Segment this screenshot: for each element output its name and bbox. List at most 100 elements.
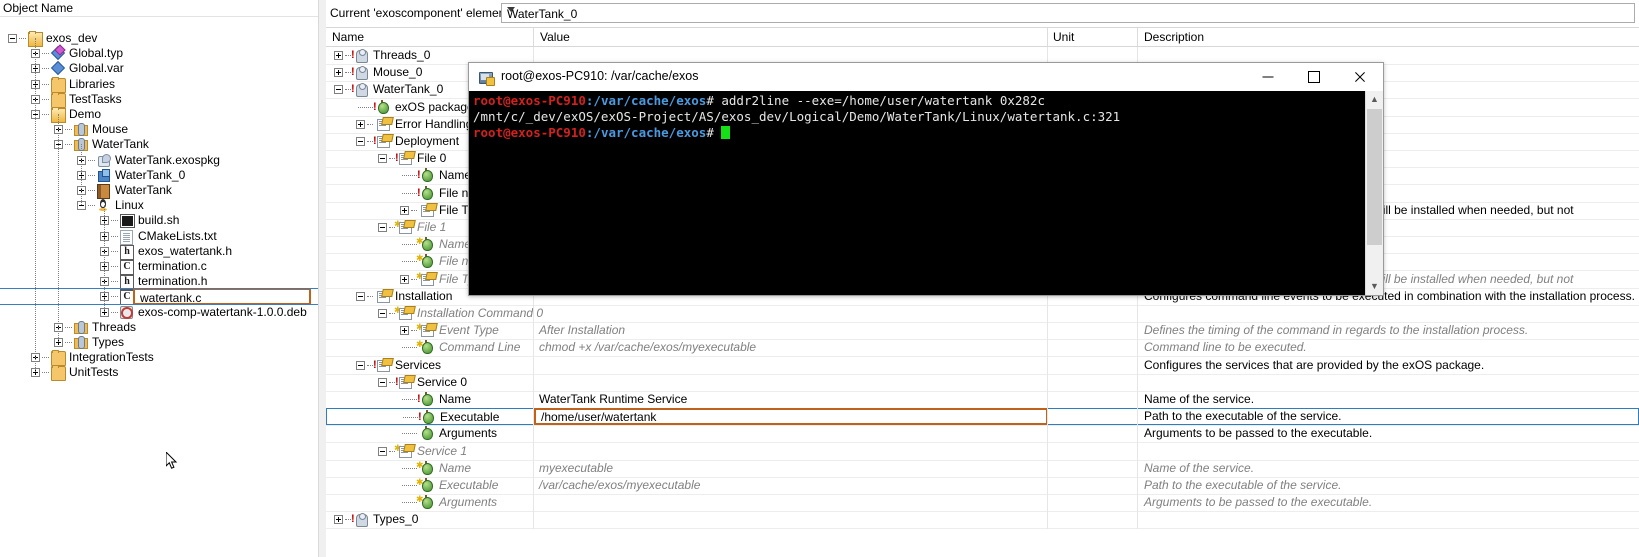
tree-item-types[interactable]: Types	[0, 335, 318, 350]
expand-icon[interactable]	[400, 205, 409, 215]
book-icon	[97, 184, 110, 199]
tree-item-termination-c[interactable]: Ctermination.c	[0, 259, 318, 275]
minimize-button[interactable]	[1245, 63, 1291, 91]
column-divider[interactable]	[1137, 28, 1138, 46]
tree-item-integrationtests[interactable]: IntegrationTests	[0, 350, 318, 367]
table-row[interactable]: ! Name WaterTank Runtime Service Name of th…	[326, 391, 1639, 409]
table-row[interactable]: ✱ Service 1	[326, 443, 1639, 461]
tree-item-build-sh[interactable]: build.sh	[0, 213, 318, 229]
tree-item-global-var[interactable]: Global.var	[0, 61, 318, 76]
collapse-icon[interactable]	[356, 137, 365, 146]
column-header-unit[interactable]: Unit	[1053, 30, 1074, 44]
modified-marker-icon: !	[351, 66, 355, 79]
table-row[interactable]: ✱ Installation Command 0	[326, 305, 1639, 323]
tree-item-watertank[interactable]: WaterTank	[0, 137, 318, 152]
terminal-scrollbar[interactable]: ▲ ▼	[1365, 91, 1383, 295]
tree-item-cmakelists-txt[interactable]: CMakeLists.txt	[0, 229, 318, 245]
tree-item-watertank-exospkg[interactable]: WaterTank.exospkg	[0, 153, 318, 168]
table-row[interactable]: Arguments Arguments to be passed to the e…	[326, 425, 1639, 444]
row-description: Configures the services that are provide…	[1144, 357, 1485, 372]
row-value[interactable]: WaterTank Runtime Service	[539, 391, 687, 408]
terminal-titlebar[interactable]: root@exos-PC910: /var/cache/exos	[469, 63, 1383, 91]
collapse-icon[interactable]	[378, 154, 387, 164]
tree-item-linux[interactable]: Linux	[0, 198, 318, 213]
collapse-icon[interactable]	[334, 85, 343, 95]
collapse-icon[interactable]	[356, 291, 365, 301]
tree-item-label: Mouse	[92, 122, 129, 137]
column-header-name[interactable]: Name	[332, 30, 364, 44]
tree-item-global-typ[interactable]: Global.typ	[0, 44, 318, 61]
selected-row-name-cell[interactable]: Executable!	[326, 408, 534, 426]
text-file-icon	[120, 229, 133, 245]
column-header-value[interactable]: Value	[540, 30, 570, 44]
table-row[interactable]: ✱ Command Line chmod +x /var/cache/exos/my…	[326, 339, 1639, 358]
tree-connector	[65, 326, 72, 328]
scroll-down-icon[interactable]: ▼	[1366, 278, 1383, 295]
maximize-button[interactable]	[1291, 63, 1337, 91]
terminal-output[interactable]: root@exos-PC910:/var/cache/exos# addr2li…	[469, 91, 1366, 295]
terminal-prompt-path: :/var/cache/exos	[585, 125, 707, 140]
thread-icon	[74, 336, 88, 349]
table-row[interactable]: ✱ Arguments Arguments to be passed to the …	[326, 494, 1639, 513]
table-row[interactable]: ✱ Event Type After Installation Defines the…	[326, 322, 1639, 341]
chevron-down-icon[interactable]	[507, 7, 515, 12]
expand-icon[interactable]	[400, 274, 409, 284]
row-value[interactable]: After Installation	[539, 322, 625, 339]
selected-row-value-editor[interactable]: /home/user/watertank	[534, 408, 1048, 426]
tree-item-libraries[interactable]: Libraries	[0, 76, 318, 93]
tree-item-watertank[interactable]: WaterTank	[0, 183, 318, 199]
selected-tree-item-highlight[interactable]: watertank.c	[133, 288, 311, 306]
expand-icon[interactable]	[400, 326, 409, 336]
tree-item-demo[interactable]: Demo	[0, 107, 318, 123]
row-value[interactable]: /var/cache/exos/myexecutable	[539, 477, 700, 494]
tree-connector	[88, 159, 95, 161]
selected-tree-item-label: watertank.c	[140, 291, 202, 306]
c-file-icon: C	[120, 260, 134, 275]
row-name: Service 0	[417, 374, 468, 389]
tree-item-threads[interactable]: Threads	[0, 320, 318, 335]
row-value[interactable]: myexecutable	[539, 460, 613, 477]
scrollbar-thumb[interactable]	[1367, 109, 1382, 245]
collapse-icon[interactable]	[378, 446, 387, 456]
collapse-icon[interactable]	[378, 309, 387, 318]
terminal-body[interactable]: root@exos-PC910:/var/cache/exos# addr2li…	[469, 91, 1383, 295]
tree-item-exos-watertank-h[interactable]: h exos_watertank.h	[0, 244, 318, 260]
row-name: exOS package	[395, 99, 474, 114]
tree-connector	[111, 311, 118, 313]
expand-icon[interactable]	[334, 515, 343, 525]
close-button[interactable]	[1337, 63, 1383, 91]
tree-item-mouse[interactable]: Mouse	[0, 122, 318, 137]
selected-row-name: Executable	[440, 410, 500, 425]
column-divider[interactable]	[533, 28, 534, 46]
table-row[interactable]: ! Types_0	[326, 511, 1639, 530]
collapse-icon[interactable]	[8, 34, 17, 43]
column-divider[interactable]	[1047, 28, 1048, 46]
tree-item-testtasks[interactable]: TestTasks	[0, 91, 318, 108]
table-row[interactable]: ! Services Configures the services that ar…	[326, 357, 1639, 375]
collapse-icon[interactable]	[356, 360, 365, 370]
table-row[interactable]: ! Service 0	[326, 374, 1639, 392]
table-row[interactable]: ✱ Name myexecutable Name of the service.	[326, 460, 1639, 478]
expand-icon[interactable]	[356, 119, 365, 129]
tree-connector	[42, 53, 49, 55]
tree-item-watertank-0[interactable]: WaterTank_0	[0, 168, 318, 183]
table-row[interactable]: ✱ Executable/var/cache/exos/myexecutable P…	[326, 477, 1639, 495]
expand-icon[interactable]	[334, 68, 343, 78]
tree-item-exos-dev[interactable]: exos_dev	[0, 31, 318, 47]
collapse-icon[interactable]	[378, 223, 387, 232]
row-value[interactable]: chmod +x /var/cache/exos/myexecutable	[539, 339, 756, 356]
ball-icon	[421, 254, 433, 269]
terminal-window[interactable]: root@exos-PC910: /var/cache/exos root@ex…	[468, 62, 1384, 296]
collapse-icon[interactable]	[378, 377, 387, 387]
expand-icon[interactable]	[334, 51, 343, 60]
tree-item-unittests[interactable]: UnitTests	[0, 365, 318, 382]
tree-item-label: Global.var	[69, 61, 124, 76]
tree-connector	[358, 106, 373, 108]
package-icon	[355, 66, 368, 81]
tree-item-termination-h[interactable]: h termination.h	[0, 274, 318, 291]
row-name: Name	[439, 237, 472, 252]
column-header-description[interactable]: Description	[1144, 30, 1204, 44]
tree-item-exos-comp-watertank-1-0-0-deb[interactable]: exos-comp-watertank-1.0.0.deb	[0, 305, 318, 320]
current-element-combobox[interactable]: WaterTank_0	[501, 3, 1635, 23]
scroll-up-icon[interactable]: ▲	[1366, 91, 1383, 108]
